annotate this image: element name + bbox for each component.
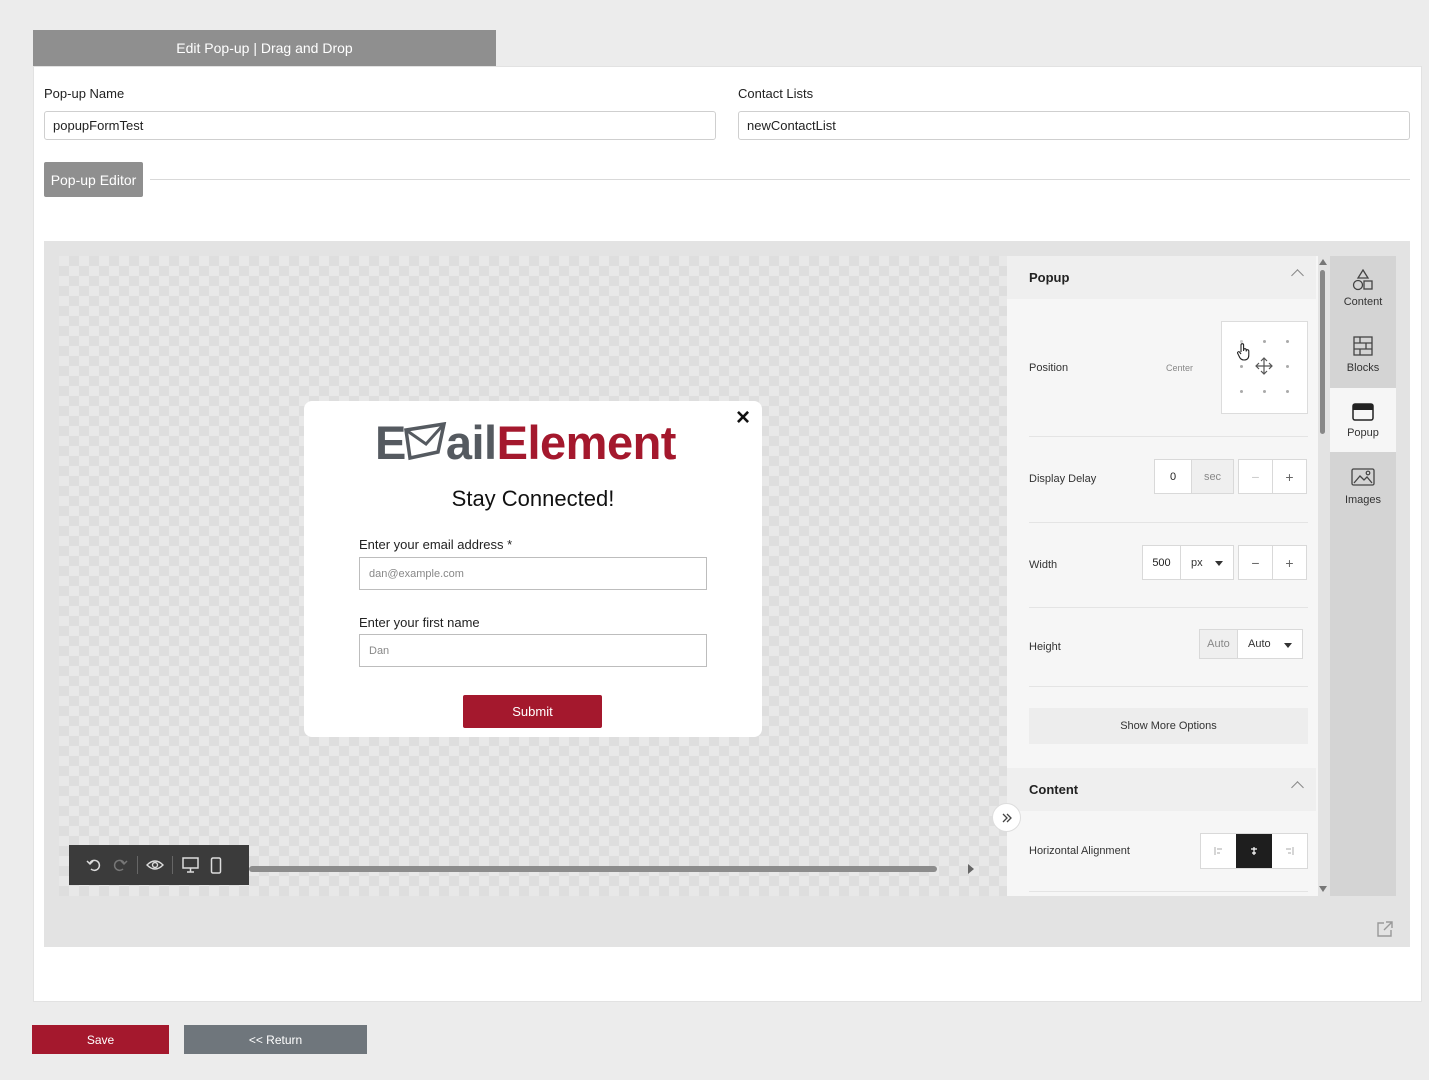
width-unit-select[interactable]: px (1180, 545, 1234, 580)
panel-scroll-thumb[interactable] (1320, 270, 1325, 434)
position-dot[interactable] (1286, 365, 1289, 368)
emailelement-logo: E ail Element (375, 414, 695, 470)
canvas-horizontal-scrollbar[interactable] (249, 866, 937, 872)
popup-window-icon (1352, 402, 1374, 421)
caret-down-icon (1215, 561, 1223, 566)
popup-heading: Stay Connected! (451, 486, 615, 511)
content-section-title: Content (1029, 782, 1079, 797)
width-unit-value: px (1191, 556, 1203, 569)
side-nav-content[interactable]: Content (1330, 256, 1396, 320)
popup-section-title: Popup (1029, 270, 1070, 285)
logo-envelope-icon (403, 422, 447, 461)
content-section-header[interactable]: Content (1007, 768, 1316, 811)
popup-close-icon[interactable]: × (733, 405, 753, 431)
toolbar-separator (137, 856, 138, 874)
open-external-icon[interactable] (1376, 920, 1394, 938)
position-grid-picker[interactable] (1221, 321, 1308, 414)
hand-pointer-icon (1236, 343, 1250, 361)
chevron-up-icon[interactable] (1291, 781, 1304, 794)
move-center-icon[interactable] (1255, 357, 1273, 375)
first-name-field[interactable]: Dan (359, 634, 707, 667)
scroll-down-arrow-icon[interactable] (1319, 886, 1327, 892)
delay-decrement-button[interactable]: − (1238, 459, 1273, 494)
panel-divider (1029, 891, 1308, 892)
mobile-icon[interactable] (203, 852, 229, 878)
display-delay-label: Display Delay (1029, 473, 1097, 485)
scroll-right-arrow-icon[interactable] (968, 864, 974, 874)
contact-lists-input[interactable] (738, 111, 1410, 140)
display-delay-input[interactable]: 0 (1154, 459, 1192, 494)
delay-increment-button[interactable]: + (1272, 459, 1307, 494)
caret-down-icon (1284, 643, 1292, 648)
width-label: Width (1029, 559, 1058, 571)
width-input[interactable]: 500 (1142, 545, 1181, 580)
position-dot[interactable] (1263, 390, 1266, 393)
position-dot[interactable] (1286, 390, 1289, 393)
contact-lists-label: Contact Lists (738, 86, 814, 101)
panel-divider (1029, 522, 1308, 523)
position-value: Center (1166, 363, 1194, 373)
width-increment-button[interactable]: + (1272, 545, 1307, 580)
align-left-icon[interactable] (1201, 834, 1236, 868)
panel-divider (1029, 686, 1308, 687)
logo-text-ail: ail (445, 415, 497, 469)
return-button[interactable]: << Return (184, 1025, 367, 1054)
width-decrement-button[interactable]: − (1238, 545, 1273, 580)
side-nav-label: Blocks (1346, 361, 1380, 374)
collapse-panel-button[interactable] (992, 803, 1021, 832)
shapes-icon (1352, 268, 1373, 290)
email-field-label: Enter your email address * (359, 537, 513, 552)
popup-name-input[interactable] (44, 111, 716, 140)
side-nav-label: Popup (1347, 426, 1379, 439)
align-center-icon[interactable] (1236, 834, 1272, 868)
double-chevron-right-icon (1002, 813, 1012, 822)
tab-divider (150, 179, 1410, 180)
height-mode-value: Auto (1248, 638, 1271, 650)
chevron-up-icon[interactable] (1291, 269, 1304, 282)
position-dot[interactable] (1286, 340, 1289, 343)
page-title-tab: Edit Pop-up | Drag and Drop (33, 30, 496, 66)
height-auto-input[interactable]: Auto (1199, 629, 1238, 659)
side-nav-blocks[interactable]: Blocks (1330, 322, 1396, 386)
first-name-field-label: Enter your first name (359, 615, 480, 630)
logo-text-element: Element (496, 415, 677, 469)
logo-letter-e: E (375, 415, 406, 469)
display-delay-unit: sec (1191, 459, 1234, 494)
undo-icon[interactable] (81, 852, 107, 878)
height-mode-select[interactable]: Auto (1237, 629, 1303, 659)
email-field[interactable]: dan@example.com (359, 557, 707, 590)
popup-editor-tab[interactable]: Pop-up Editor (44, 162, 143, 197)
popup-name-label: Pop-up Name (44, 86, 125, 101)
editor-toolbar (69, 845, 249, 885)
align-right-icon[interactable] (1272, 834, 1307, 868)
blocks-icon (1353, 335, 1373, 356)
side-nav-label: Images (1344, 493, 1382, 506)
position-dot[interactable] (1263, 340, 1266, 343)
panel-divider (1029, 607, 1308, 608)
horizontal-alignment-label: Horizontal Alignment (1029, 845, 1130, 857)
position-dot[interactable] (1240, 390, 1243, 393)
show-more-options-button[interactable]: Show More Options (1029, 708, 1308, 744)
toolbar-separator (172, 856, 173, 874)
save-button[interactable]: Save (32, 1025, 169, 1054)
images-icon (1351, 467, 1375, 486)
desktop-icon[interactable] (177, 852, 203, 878)
horizontal-alignment-group (1200, 833, 1308, 869)
position-label: Position (1029, 362, 1069, 374)
side-nav-images[interactable]: Images (1330, 454, 1396, 518)
redo-icon[interactable] (107, 852, 133, 878)
side-nav-label: Content (1343, 295, 1383, 308)
panel-divider (1029, 436, 1308, 437)
preview-eye-icon[interactable] (142, 852, 168, 878)
position-dot[interactable] (1240, 365, 1243, 368)
height-label: Height (1029, 641, 1061, 653)
submit-button[interactable]: Submit (463, 695, 602, 728)
scroll-up-arrow-icon[interactable] (1319, 259, 1327, 265)
popup-section-header[interactable]: Popup (1007, 256, 1316, 299)
side-nav-popup[interactable]: Popup (1330, 388, 1396, 452)
